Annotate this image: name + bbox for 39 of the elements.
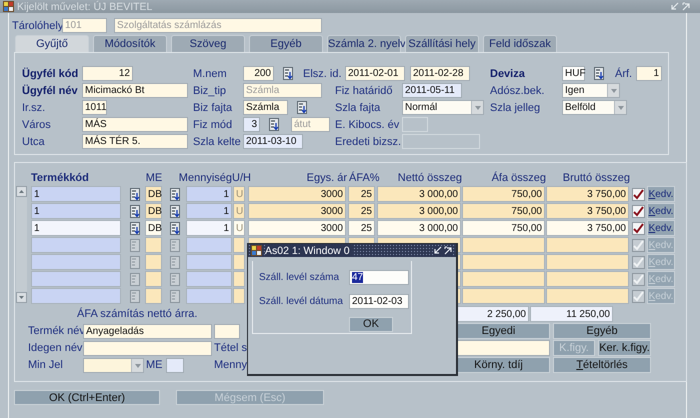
field-label: Szla jelleg <box>490 102 542 114</box>
column-header: Bruttó összeg <box>562 172 630 184</box>
field-label: Eredeti bizsz. <box>335 136 402 148</box>
field-label: Szla fajta <box>335 102 382 114</box>
field-label: ME <box>146 359 164 371</box>
field-label: Szla kelte <box>193 136 242 148</box>
field-label: Deviza <box>490 68 526 80</box>
field-label: Város <box>22 118 52 130</box>
field-label: Idegen név <box>28 342 83 354</box>
field-label: Ügyfél kód <box>22 68 80 80</box>
field-label: E. Kibocs. év <box>335 118 400 130</box>
note-text: ÁFA számítás nettó árra. <box>77 308 198 320</box>
field-label: Ir.sz. <box>22 102 46 114</box>
field-label: Száll. levél száma <box>259 272 340 283</box>
column-header: U/H <box>232 172 249 184</box>
column-header: ME <box>144 172 164 184</box>
window-title: Kijelölt művelet: ÚJ BEVITEL <box>17 0 152 12</box>
field-label: Adósz.bek. <box>490 84 546 96</box>
column-header: Nettó összeg <box>396 172 462 184</box>
field-label: Tétel s <box>214 342 248 354</box>
field-label: Min Jel <box>28 359 64 371</box>
field-label: Elsz. id. <box>303 68 343 80</box>
field-label: Menny <box>214 359 248 371</box>
field-label: Tárolóhely <box>12 20 62 32</box>
column-header: ÁFA% <box>349 172 377 184</box>
field-label: Fiz mód <box>193 118 234 130</box>
field-label: Utca <box>22 136 46 148</box>
dialog-title: As02 1: Window 0 <box>265 244 352 256</box>
column-header: Termékkód <box>31 172 90 184</box>
field-label: M.nem <box>193 68 228 80</box>
total-field: 11 250,00 <box>530 306 613 322</box>
field-label: Biz_tip <box>193 84 228 96</box>
field-label: Száll. levél dátuma <box>259 296 344 307</box>
column-header: Áfa összeg <box>490 172 546 184</box>
field-label: Ügyfél név <box>22 84 79 96</box>
field-label: Fiz határidő <box>335 84 394 96</box>
field-label: Árf. <box>615 68 634 80</box>
field-label: Biz fajta <box>193 102 234 114</box>
column-header: Mennyiség <box>178 172 232 184</box>
